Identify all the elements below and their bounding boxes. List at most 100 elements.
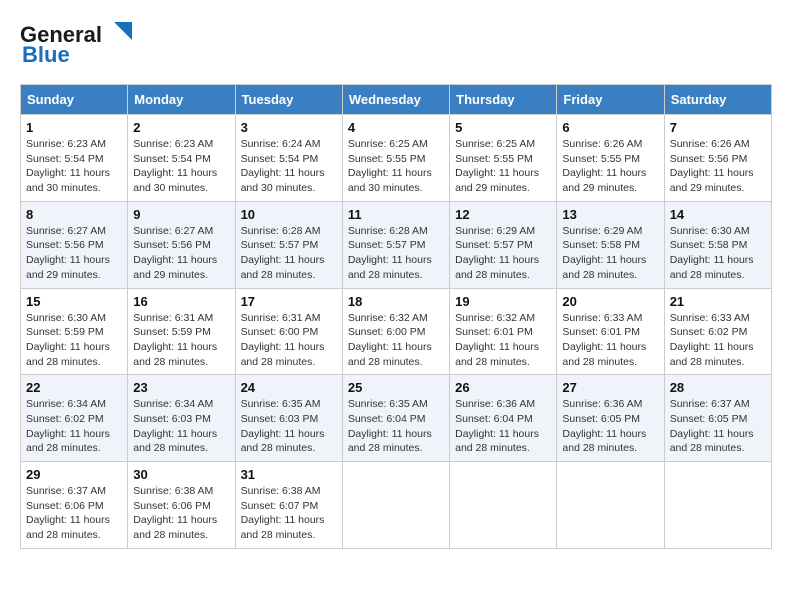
calendar-cell: 25 Sunrise: 6:35 AM Sunset: 6:04 PM Dayl… — [342, 375, 449, 462]
weekday-header-wednesday: Wednesday — [342, 85, 449, 115]
weekday-header-tuesday: Tuesday — [235, 85, 342, 115]
day-info: Sunrise: 6:35 AM Sunset: 6:03 PM Dayligh… — [241, 397, 337, 456]
day-info: Sunrise: 6:38 AM Sunset: 6:06 PM Dayligh… — [133, 484, 229, 543]
calendar-cell — [342, 462, 449, 549]
day-number: 9 — [133, 207, 229, 222]
weekday-header-thursday: Thursday — [450, 85, 557, 115]
day-info: Sunrise: 6:28 AM Sunset: 5:57 PM Dayligh… — [241, 224, 337, 283]
calendar-week-row: 15 Sunrise: 6:30 AM Sunset: 5:59 PM Dayl… — [21, 288, 772, 375]
day-number: 12 — [455, 207, 551, 222]
calendar-cell — [450, 462, 557, 549]
day-number: 30 — [133, 467, 229, 482]
day-number: 16 — [133, 294, 229, 309]
day-info: Sunrise: 6:31 AM Sunset: 5:59 PM Dayligh… — [133, 311, 229, 370]
day-info: Sunrise: 6:25 AM Sunset: 5:55 PM Dayligh… — [455, 137, 551, 196]
calendar-cell: 13 Sunrise: 6:29 AM Sunset: 5:58 PM Dayl… — [557, 201, 664, 288]
day-number: 15 — [26, 294, 122, 309]
day-info: Sunrise: 6:30 AM Sunset: 5:59 PM Dayligh… — [26, 311, 122, 370]
day-info: Sunrise: 6:25 AM Sunset: 5:55 PM Dayligh… — [348, 137, 444, 196]
day-number: 21 — [670, 294, 766, 309]
calendar-cell: 4 Sunrise: 6:25 AM Sunset: 5:55 PM Dayli… — [342, 115, 449, 202]
calendar-cell: 22 Sunrise: 6:34 AM Sunset: 6:02 PM Dayl… — [21, 375, 128, 462]
day-number: 23 — [133, 380, 229, 395]
calendar-week-row: 29 Sunrise: 6:37 AM Sunset: 6:06 PM Dayl… — [21, 462, 772, 549]
calendar-cell: 20 Sunrise: 6:33 AM Sunset: 6:01 PM Dayl… — [557, 288, 664, 375]
day-info: Sunrise: 6:27 AM Sunset: 5:56 PM Dayligh… — [26, 224, 122, 283]
calendar-week-row: 1 Sunrise: 6:23 AM Sunset: 5:54 PM Dayli… — [21, 115, 772, 202]
calendar-cell: 14 Sunrise: 6:30 AM Sunset: 5:58 PM Dayl… — [664, 201, 771, 288]
day-number: 7 — [670, 120, 766, 135]
calendar-cell: 17 Sunrise: 6:31 AM Sunset: 6:00 PM Dayl… — [235, 288, 342, 375]
weekday-header-sunday: Sunday — [21, 85, 128, 115]
day-number: 26 — [455, 380, 551, 395]
calendar-cell: 11 Sunrise: 6:28 AM Sunset: 5:57 PM Dayl… — [342, 201, 449, 288]
day-info: Sunrise: 6:34 AM Sunset: 6:02 PM Dayligh… — [26, 397, 122, 456]
day-info: Sunrise: 6:37 AM Sunset: 6:05 PM Dayligh… — [670, 397, 766, 456]
calendar-cell: 8 Sunrise: 6:27 AM Sunset: 5:56 PM Dayli… — [21, 201, 128, 288]
day-info: Sunrise: 6:35 AM Sunset: 6:04 PM Dayligh… — [348, 397, 444, 456]
day-info: Sunrise: 6:24 AM Sunset: 5:54 PM Dayligh… — [241, 137, 337, 196]
weekday-header-friday: Friday — [557, 85, 664, 115]
day-info: Sunrise: 6:28 AM Sunset: 5:57 PM Dayligh… — [348, 224, 444, 283]
day-number: 4 — [348, 120, 444, 135]
day-info: Sunrise: 6:23 AM Sunset: 5:54 PM Dayligh… — [26, 137, 122, 196]
calendar-cell: 18 Sunrise: 6:32 AM Sunset: 6:00 PM Dayl… — [342, 288, 449, 375]
calendar-cell: 28 Sunrise: 6:37 AM Sunset: 6:05 PM Dayl… — [664, 375, 771, 462]
day-info: Sunrise: 6:37 AM Sunset: 6:06 PM Dayligh… — [26, 484, 122, 543]
calendar-week-row: 8 Sunrise: 6:27 AM Sunset: 5:56 PM Dayli… — [21, 201, 772, 288]
calendar-cell: 19 Sunrise: 6:32 AM Sunset: 6:01 PM Dayl… — [450, 288, 557, 375]
day-info: Sunrise: 6:31 AM Sunset: 6:00 PM Dayligh… — [241, 311, 337, 370]
day-number: 19 — [455, 294, 551, 309]
calendar-cell: 29 Sunrise: 6:37 AM Sunset: 6:06 PM Dayl… — [21, 462, 128, 549]
day-info: Sunrise: 6:32 AM Sunset: 6:01 PM Dayligh… — [455, 311, 551, 370]
day-info: Sunrise: 6:36 AM Sunset: 6:05 PM Dayligh… — [562, 397, 658, 456]
calendar-week-row: 22 Sunrise: 6:34 AM Sunset: 6:02 PM Dayl… — [21, 375, 772, 462]
calendar-cell: 2 Sunrise: 6:23 AM Sunset: 5:54 PM Dayli… — [128, 115, 235, 202]
calendar-cell: 15 Sunrise: 6:30 AM Sunset: 5:59 PM Dayl… — [21, 288, 128, 375]
day-number: 27 — [562, 380, 658, 395]
day-number: 5 — [455, 120, 551, 135]
calendar-cell: 1 Sunrise: 6:23 AM Sunset: 5:54 PM Dayli… — [21, 115, 128, 202]
logo-blue: Blue — [22, 42, 70, 68]
day-info: Sunrise: 6:32 AM Sunset: 6:00 PM Dayligh… — [348, 311, 444, 370]
calendar-cell — [557, 462, 664, 549]
day-number: 14 — [670, 207, 766, 222]
day-info: Sunrise: 6:26 AM Sunset: 5:55 PM Dayligh… — [562, 137, 658, 196]
day-number: 31 — [241, 467, 337, 482]
calendar: SundayMondayTuesdayWednesdayThursdayFrid… — [20, 84, 772, 549]
day-info: Sunrise: 6:33 AM Sunset: 6:01 PM Dayligh… — [562, 311, 658, 370]
day-info: Sunrise: 6:27 AM Sunset: 5:56 PM Dayligh… — [133, 224, 229, 283]
day-number: 10 — [241, 207, 337, 222]
day-info: Sunrise: 6:29 AM Sunset: 5:57 PM Dayligh… — [455, 224, 551, 283]
day-info: Sunrise: 6:33 AM Sunset: 6:02 PM Dayligh… — [670, 311, 766, 370]
calendar-cell: 30 Sunrise: 6:38 AM Sunset: 6:06 PM Dayl… — [128, 462, 235, 549]
day-number: 3 — [241, 120, 337, 135]
day-info: Sunrise: 6:23 AM Sunset: 5:54 PM Dayligh… — [133, 137, 229, 196]
calendar-cell: 6 Sunrise: 6:26 AM Sunset: 5:55 PM Dayli… — [557, 115, 664, 202]
calendar-cell: 21 Sunrise: 6:33 AM Sunset: 6:02 PM Dayl… — [664, 288, 771, 375]
calendar-cell: 24 Sunrise: 6:35 AM Sunset: 6:03 PM Dayl… — [235, 375, 342, 462]
day-number: 8 — [26, 207, 122, 222]
calendar-cell: 31 Sunrise: 6:38 AM Sunset: 6:07 PM Dayl… — [235, 462, 342, 549]
day-number: 6 — [562, 120, 658, 135]
calendar-cell: 23 Sunrise: 6:34 AM Sunset: 6:03 PM Dayl… — [128, 375, 235, 462]
day-number: 22 — [26, 380, 122, 395]
calendar-cell: 16 Sunrise: 6:31 AM Sunset: 5:59 PM Dayl… — [128, 288, 235, 375]
day-number: 20 — [562, 294, 658, 309]
calendar-cell: 27 Sunrise: 6:36 AM Sunset: 6:05 PM Dayl… — [557, 375, 664, 462]
day-info: Sunrise: 6:36 AM Sunset: 6:04 PM Dayligh… — [455, 397, 551, 456]
day-number: 13 — [562, 207, 658, 222]
day-number: 2 — [133, 120, 229, 135]
day-number: 29 — [26, 467, 122, 482]
calendar-cell: 3 Sunrise: 6:24 AM Sunset: 5:54 PM Dayli… — [235, 115, 342, 202]
day-number: 18 — [348, 294, 444, 309]
calendar-cell: 7 Sunrise: 6:26 AM Sunset: 5:56 PM Dayli… — [664, 115, 771, 202]
day-info: Sunrise: 6:38 AM Sunset: 6:07 PM Dayligh… — [241, 484, 337, 543]
day-info: Sunrise: 6:30 AM Sunset: 5:58 PM Dayligh… — [670, 224, 766, 283]
calendar-cell: 26 Sunrise: 6:36 AM Sunset: 6:04 PM Dayl… — [450, 375, 557, 462]
calendar-cell: 12 Sunrise: 6:29 AM Sunset: 5:57 PM Dayl… — [450, 201, 557, 288]
calendar-cell — [664, 462, 771, 549]
logo: General Blue — [20, 20, 134, 68]
weekday-header-saturday: Saturday — [664, 85, 771, 115]
day-number: 17 — [241, 294, 337, 309]
